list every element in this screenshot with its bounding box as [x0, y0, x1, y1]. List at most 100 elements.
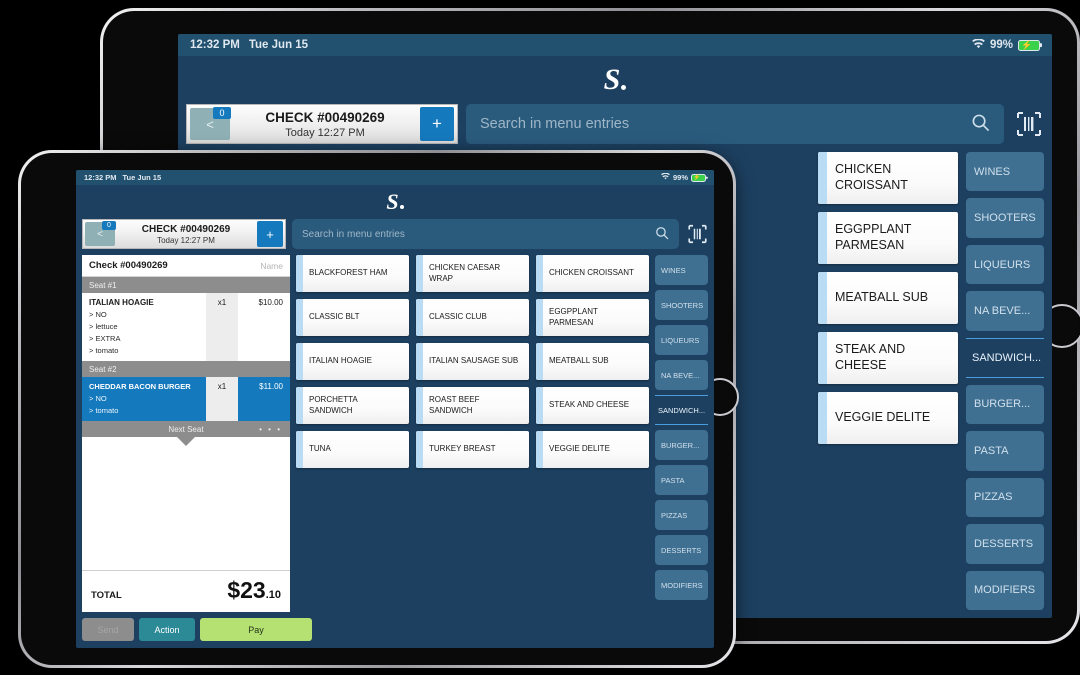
menu-item-tile[interactable]: MEATBALL SUB — [536, 343, 649, 380]
menu-item-label: STEAK AND CHEESE — [835, 342, 906, 372]
line-item-modifier: > EXTRA — [89, 334, 121, 343]
menu-item-tile[interactable]: PORCHETTA SANDWICH — [296, 387, 409, 424]
order-panel: Check #00490269 Name Seat #1 ITALIAN HOA… — [82, 255, 290, 612]
check-titles-back: CHECK #00490269 Today 12:27 PM — [230, 110, 420, 139]
search-icon[interactable] — [971, 113, 990, 136]
category-pizzas[interactable]: PIZZAS — [966, 477, 1044, 518]
menu-item-tile[interactable]: CHICKEN CROISSANT — [536, 255, 649, 292]
barcode-scan-icon[interactable] — [686, 223, 708, 245]
tile-accent-bar — [296, 431, 303, 468]
category-shooters[interactable]: SHOOTERS — [966, 198, 1044, 238]
check-header-front[interactable]: < 0 CHECK #00490269 Today 12:27 PM + — [82, 219, 286, 249]
category-modifiers[interactable]: MODIFIERS — [655, 570, 708, 600]
tile-accent-bar — [416, 387, 423, 424]
barcode-scan-icon[interactable] — [1014, 109, 1044, 139]
order-line-item-selected[interactable]: CHEDDAR BACON BURGER > NO > tomato x1 $1… — [82, 377, 290, 421]
category-sidebar-back: WINES SHOOTERS LIQUEURS NA BEVE... SANDW… — [966, 152, 1044, 611]
line-item-qty[interactable]: x1 — [206, 293, 238, 361]
line-item-main: ITALIAN HOAGIE > NO > lettuce > EXTRA > … — [82, 293, 206, 361]
menu-item-tile[interactable]: CHICKEN CROISSANT — [818, 152, 958, 204]
category-wines[interactable]: WINES — [655, 255, 708, 285]
order-line-item[interactable]: ITALIAN HOAGIE > NO > lettuce > EXTRA > … — [82, 293, 290, 361]
line-item-name: ITALIAN HOAGIE — [89, 298, 154, 307]
menu-item-tile[interactable]: TURKEY BREAST — [416, 431, 529, 468]
add-item-button[interactable]: + — [420, 107, 454, 141]
menu-item-tile[interactable]: EGGPPLANT PARMESAN — [536, 299, 649, 336]
next-seat-more-icon[interactable]: • • • — [259, 425, 282, 434]
logo-bar-front: S — [76, 185, 714, 219]
category-label: SANDWICH... — [972, 351, 1042, 364]
line-item-modifier: > tomato — [89, 346, 119, 355]
category-burgers[interactable]: BURGER... — [655, 430, 708, 460]
category-desserts[interactable]: DESSERTS — [655, 535, 708, 565]
next-seat-bar[interactable]: Next Seat • • • — [82, 421, 290, 437]
menu-item-tile[interactable]: ROAST BEEF SANDWICH — [416, 387, 529, 424]
category-desserts[interactable]: DESSERTS — [966, 524, 1044, 564]
menu-item-tile[interactable]: CLASSIC BLT — [296, 299, 409, 336]
menu-item-tile[interactable]: TUNA — [296, 431, 409, 468]
menu-item-tile[interactable]: VEGGIE DELITE — [536, 431, 649, 468]
back-chevron-icon: < — [97, 228, 103, 240]
menu-item-tile[interactable]: BLACKFOREST HAM — [296, 255, 409, 292]
category-label: PASTA — [661, 475, 685, 485]
back-badge: 0 — [102, 221, 116, 230]
tile-accent-bar — [296, 299, 303, 336]
add-item-button[interactable]: + — [257, 221, 283, 247]
category-na-beverages[interactable]: NA BEVE... — [966, 291, 1044, 331]
back-button[interactable]: < 0 — [85, 221, 116, 246]
category-shooters[interactable]: SHOOTERS — [655, 290, 708, 320]
main-content-front: Check #00490269 Name Seat #1 ITALIAN HOA… — [76, 255, 714, 618]
category-pizzas[interactable]: PIZZAS — [655, 500, 708, 530]
tile-accent-bar — [296, 343, 303, 380]
category-burgers[interactable]: BURGER... — [966, 384, 1044, 425]
category-sandwiches[interactable]: SANDWICH... — [966, 337, 1044, 378]
check-number: CHECK #00490269 — [141, 223, 231, 235]
search-area-front: Search in menu entries — [292, 219, 708, 249]
category-wines[interactable]: WINES — [966, 152, 1044, 192]
menu-item-tile[interactable]: VEGGIE DELITE — [818, 392, 958, 444]
tile-accent-bar — [416, 255, 423, 292]
category-label: BURGER... — [974, 398, 1031, 411]
menu-item-tile[interactable]: CLASSIC CLUB — [416, 299, 529, 336]
category-label: LIQUEURS — [974, 258, 1031, 271]
order-name-placeholder[interactable]: Name — [260, 261, 283, 271]
search-icon[interactable] — [655, 226, 669, 243]
category-sandwiches[interactable]: SANDWICH... — [655, 395, 708, 425]
send-button[interactable]: Send — [82, 618, 134, 641]
category-label: LIQUEURS — [661, 335, 700, 345]
menu-item-tile[interactable]: EGGPPLANT PARMESAN — [818, 212, 958, 264]
category-liqueurs[interactable]: LIQUEURS — [966, 244, 1044, 285]
menu-item-tile[interactable]: MEATBALL SUB — [818, 272, 958, 324]
action-bar-spacer — [317, 618, 708, 641]
menu-item-label: STEAK AND CHEESE — [549, 400, 630, 410]
logo-bar-back: S — [178, 56, 1052, 104]
check-number: CHECK #00490269 — [265, 109, 385, 125]
menu-item-tile[interactable]: STEAK AND CHEESE — [818, 332, 958, 384]
pay-button[interactable]: Pay — [200, 618, 312, 641]
seat-header[interactable]: Seat #1 — [82, 277, 290, 293]
action-button[interactable]: Action — [139, 618, 195, 641]
back-button[interactable]: < 0 — [190, 107, 231, 140]
category-pasta[interactable]: PASTA — [655, 465, 708, 495]
order-spacer — [82, 446, 290, 570]
menu-item-label: BLACKFOREST HAM — [309, 268, 388, 278]
search-input[interactable]: Search in menu entries — [466, 104, 1004, 144]
category-liqueurs[interactable]: LIQUEURS — [655, 325, 708, 355]
category-modifiers[interactable]: MODIFIERS — [966, 570, 1044, 611]
seat-header[interactable]: Seat #2 — [82, 361, 290, 377]
search-input[interactable]: Search in menu entries — [292, 219, 679, 249]
menu-item-tile[interactable]: ITALIAN HOAGIE — [296, 343, 409, 380]
line-item-modifier: > tomato — [89, 406, 119, 415]
menu-column-front: BLACKFOREST HAM CHICKEN CAESAR WRAP CHIC… — [296, 255, 708, 612]
category-pasta[interactable]: PASTA — [966, 431, 1044, 471]
menu-item-tile[interactable]: CHICKEN CAESAR WRAP — [416, 255, 529, 292]
check-header-back[interactable]: < 0 CHECK #00490269 Today 12:27 PM + — [186, 104, 458, 144]
category-na-beverages[interactable]: NA BEVE... — [655, 360, 708, 390]
line-item-qty[interactable]: x1 — [206, 377, 238, 421]
menu-item-label: CHICKEN CROISSANT — [835, 162, 908, 192]
menu-item-tile[interactable]: STEAK AND CHEESE — [536, 387, 649, 424]
menu-item-tile[interactable]: ITALIAN SAUSAGE SUB — [416, 343, 529, 380]
tile-accent-bar — [818, 392, 827, 444]
search-area-back: Search in menu entries — [466, 104, 1044, 144]
category-label: SHOOTERS — [974, 212, 1036, 225]
